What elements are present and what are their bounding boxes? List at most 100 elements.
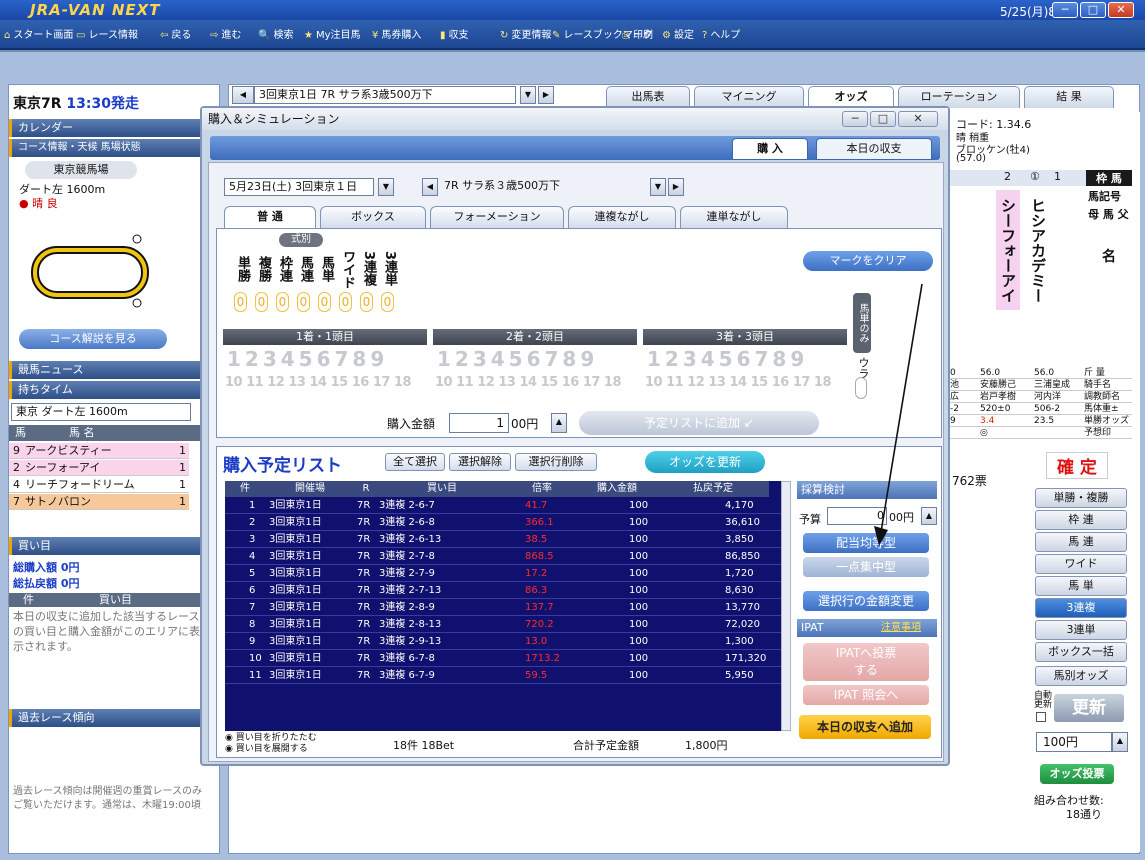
dialog-close-button[interactable]: ✕	[898, 111, 938, 127]
deselect-button[interactable]: 選択解除	[449, 453, 511, 471]
bet-type-4[interactable]: 馬単	[315, 249, 334, 289]
table-row[interactable]: 7 3回東京1日 7R 3連複 2-8-9 137.7 100 13,770	[225, 600, 781, 617]
bets-header[interactable]: 買い目	[9, 537, 219, 555]
odds-type-button-2[interactable]: 馬 連	[1035, 532, 1127, 552]
group-digits-b-1[interactable]: 10 11 12 13 14 15 16 17 18	[435, 375, 622, 390]
toolbar-button-10[interactable]: ⎙ 印刷	[622, 26, 653, 46]
bet-method-tab-1[interactable]: ボックス	[320, 206, 426, 228]
toolbar-button-6[interactable]: ¥ 馬券購入	[372, 26, 421, 46]
toolbar-button-12[interactable]: ? ヘルプ	[702, 26, 740, 46]
date-select[interactable]: 5月23日(土) 3回東京１日	[224, 178, 374, 196]
bet-type-7[interactable]: 3連単	[378, 249, 397, 289]
dialog-max-button[interactable]: □	[870, 111, 896, 127]
news-header[interactable]: 競馬ニュース	[9, 361, 219, 379]
horse-row[interactable]: 4 リーチフォードリーム 1	[9, 477, 189, 493]
header-tab-0[interactable]: 出馬表	[606, 86, 690, 108]
toolbar-button-2[interactable]: ⇦ 戻る	[160, 26, 191, 46]
table-row[interactable]: 9 3回東京1日 7R 3連複 2-9-13 13.0 100 1,300	[225, 634, 781, 651]
table-row[interactable]: 10 3回東京1日 7R 3連複 6-7-8 1713.2 100 171,320	[225, 651, 781, 668]
group-digits-b-0[interactable]: 10 11 12 13 14 15 16 17 18	[225, 375, 412, 390]
horse-row[interactable]: 2 シーフォーアイ 1	[9, 460, 189, 476]
maximize-button[interactable]: □	[1080, 2, 1106, 18]
toolbar-button-3[interactable]: ⇨ 進む	[210, 26, 241, 46]
course-explain-button[interactable]: コース解説を見る	[19, 329, 167, 349]
dialog-race-next[interactable]: ▶	[668, 178, 684, 196]
add-to-list-button[interactable]: 予定リストに追加 ↙	[579, 411, 819, 435]
toolbar-button-4[interactable]: 🔍 検索	[258, 26, 293, 46]
table-row[interactable]: 11 3回東京1日 7R 3連複 6-7-9 59.5 100 5,950	[225, 668, 781, 685]
table-row[interactable]: 2 3回東京1日 7R 3連複 2-6-8 366.1 100 36,610	[225, 515, 781, 532]
ipat-vote-button[interactable]: IPATへ投票する	[803, 643, 929, 681]
times-header[interactable]: 持ちタイム	[9, 381, 219, 399]
dialog-race-prev[interactable]: ◀	[422, 178, 438, 196]
past-header[interactable]: 過去レース傾向	[9, 709, 219, 727]
group-digits-a-2[interactable]: 123456789	[647, 347, 808, 371]
toolbar-button-8[interactable]: ↻ 変更情報	[500, 26, 551, 46]
select-all-button[interactable]: 全て選択	[385, 453, 445, 471]
table-row[interactable]: 8 3回東京1日 7R 3連複 2-8-13 720.2 100 72,020	[225, 617, 781, 634]
fold-radio[interactable]: ◉ 買い目を折りたたむ	[225, 733, 317, 744]
horse-row[interactable]: 9 アークビスティー 1	[9, 443, 189, 459]
header-tab-4[interactable]: 結 果	[1024, 86, 1114, 108]
header-tab-1[interactable]: マイニング	[694, 86, 804, 108]
times-course-select[interactable]: 東京 ダート左 1600m	[11, 403, 191, 421]
toolbar-button-7[interactable]: ▮ 収支	[440, 26, 469, 46]
focus-button[interactable]: 一点集中型	[803, 557, 929, 577]
right-amount-spinner[interactable]: ▲	[1112, 732, 1128, 752]
expand-radio[interactable]: ◉ 買い目を展開する	[225, 744, 317, 755]
toolbar-button-11[interactable]: ⚙ 設定	[662, 26, 694, 46]
group-digits-b-2[interactable]: 10 11 12 13 14 15 16 17 18	[645, 375, 832, 390]
delete-row-button[interactable]: 選択行削除	[515, 453, 597, 471]
dialog-min-button[interactable]: ─	[842, 111, 868, 127]
notice-link[interactable]: 注意事項	[881, 619, 921, 637]
toolbar-button-5[interactable]: ★ My注目馬	[304, 26, 361, 46]
odds-type-button-5[interactable]: 3連複	[1035, 598, 1127, 618]
update-button[interactable]: 更新	[1054, 694, 1124, 722]
odds-type-button-3[interactable]: ワイド	[1035, 554, 1127, 574]
group-digits-a-0[interactable]: 123456789	[227, 347, 388, 371]
calendar-header[interactable]: カレンダー	[9, 119, 219, 137]
per-horse-odds-button[interactable]: 馬別オッズ	[1035, 666, 1127, 686]
table-scrollbar[interactable]	[781, 481, 791, 731]
change-amount-button[interactable]: 選択行の金額変更	[803, 591, 929, 611]
header-race-select[interactable]: 3回東京1日 7R サラ系3歳500万下	[254, 86, 516, 104]
bet-type-0[interactable]: 単勝	[231, 249, 250, 289]
minimize-button[interactable]: ─	[1052, 2, 1078, 18]
bet-method-tab-4[interactable]: 連単ながし	[680, 206, 788, 228]
race-prev-button[interactable]: ◀	[232, 86, 254, 104]
dialog-race-dropdown[interactable]: ▼	[650, 178, 666, 196]
tab-today-balance[interactable]: 本日の収支	[816, 138, 932, 160]
header-tab-2[interactable]: オッズ	[808, 86, 894, 108]
entry-name-2[interactable]: シーフォーアイ	[996, 190, 1020, 310]
bet-type-2[interactable]: 枠連	[273, 249, 292, 289]
auto-update-checkbox[interactable]	[1036, 712, 1046, 722]
odds-type-button-1[interactable]: 枠 連	[1035, 510, 1127, 530]
bet-method-tab-3[interactable]: 連複ながし	[568, 206, 676, 228]
close-button[interactable]: ✕	[1108, 2, 1134, 18]
ipat-login-button[interactable]: IPAT 照会へ	[803, 685, 929, 705]
bet-type-3[interactable]: 馬連	[294, 249, 313, 289]
tab-purchase[interactable]: 購 入	[732, 138, 808, 160]
update-odds-button[interactable]: オッズを更新	[645, 451, 765, 473]
race-next-button[interactable]: ▶	[538, 86, 554, 104]
entry-name-1[interactable]: ヒシアカデミー	[1026, 190, 1050, 310]
table-row[interactable]: 1 3回東京1日 7R 3連複 2-6-7 41.7 100 4,170	[225, 498, 781, 515]
odds-vote-button[interactable]: オッズ投票	[1040, 764, 1114, 784]
odds-type-button-6[interactable]: 3連単	[1035, 620, 1127, 640]
right-amount-field[interactable]: 100円	[1036, 732, 1112, 752]
amount-spinner[interactable]: ▲	[551, 413, 567, 433]
add-today-button[interactable]: 本日の収支へ追加	[799, 715, 931, 739]
table-row[interactable]: 4 3回東京1日 7R 3連複 2-7-8 868.5 100 86,850	[225, 549, 781, 566]
bet-method-tab-0[interactable]: 普 通	[224, 206, 316, 228]
dialog-race-select[interactable]: 7R サラ系３歳500万下	[440, 178, 630, 196]
course-info-header[interactable]: コース情報・天候 馬場状態	[9, 139, 219, 157]
box-all-button[interactable]: ボックス一括	[1035, 642, 1127, 662]
group-digits-a-1[interactable]: 123456789	[437, 347, 598, 371]
odds-type-button-4[interactable]: 馬 単	[1035, 576, 1127, 596]
clear-mark-button[interactable]: マークをクリア	[803, 251, 933, 271]
odds-type-button-0[interactable]: 単勝・複勝	[1035, 488, 1127, 508]
bet-type-1[interactable]: 複勝	[252, 249, 271, 289]
date-dropdown-button[interactable]: ▼	[378, 178, 394, 196]
table-row[interactable]: 5 3回東京1日 7R 3連複 2-7-9 17.2 100 1,720	[225, 566, 781, 583]
horse-row[interactable]: 7 サトノバロン 1	[9, 494, 189, 510]
